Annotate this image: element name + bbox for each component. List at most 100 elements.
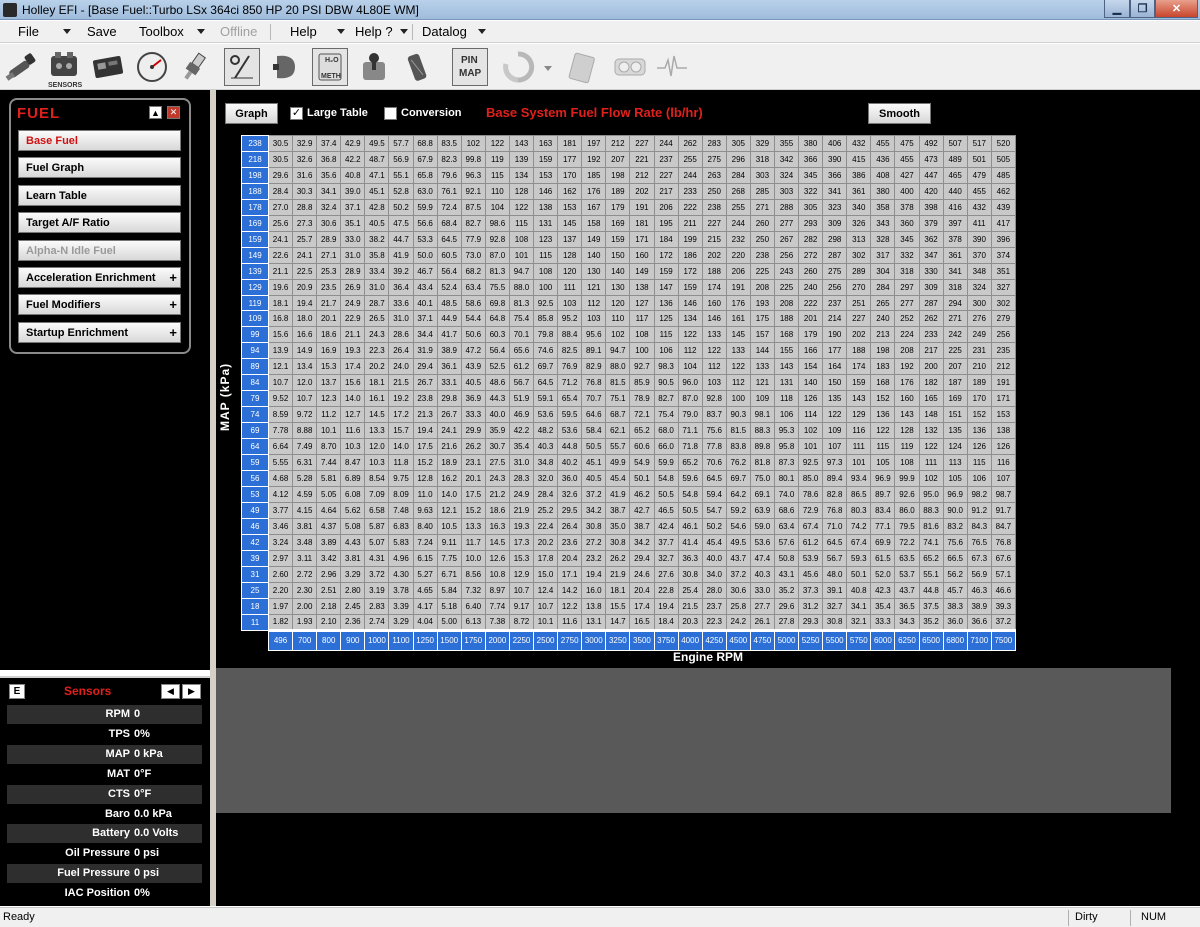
map-kpa-header[interactable]: 218 [241,150,269,168]
table-cell[interactable]: 92.1 [460,182,486,200]
table-cell[interactable]: 118 [773,390,800,408]
table-cell[interactable]: 26.4 [557,517,583,535]
menu-file[interactable]: File [18,24,39,39]
table-cell[interactable]: 63.0 [412,182,438,200]
table-cell[interactable]: 390 [966,230,992,248]
table-cell[interactable]: 302 [846,246,872,264]
table-cell[interactable]: 6.08 [340,485,366,503]
table-cell[interactable]: 370 [966,246,992,264]
table-cell[interactable]: 277 [773,214,800,232]
table-cell[interactable]: 40.0 [484,406,510,424]
table-cell[interactable]: 23.2 [581,549,607,567]
table-cell[interactable]: 120 [557,262,583,280]
table-cell[interactable]: 282 [798,230,824,248]
table-cell[interactable]: 124 [942,438,968,456]
table-cell[interactable]: 366 [822,166,848,184]
table-cell[interactable]: 25.4 [677,581,703,599]
table-cell[interactable]: 35.4 [870,597,896,615]
table-cell[interactable]: 16.2 [436,470,462,487]
table-cell[interactable]: 21.2 [484,485,510,503]
table-cell[interactable]: 22.8 [653,581,679,599]
table-cell[interactable]: 296 [725,150,751,168]
table-cell[interactable]: 4.37 [316,517,342,535]
table-cell[interactable]: 50.5 [677,501,703,519]
map-kpa-header[interactable]: 129 [241,278,269,296]
table-cell[interactable]: 8.97 [484,581,510,599]
table-cell[interactable]: 24.3 [484,470,510,487]
table-cell[interactable]: 36.4 [388,278,414,296]
table-cell[interactable]: 74.6 [533,342,559,360]
fuel-menu-item[interactable]: Fuel Graph [18,157,181,179]
table-cell[interactable]: 2.96 [316,565,342,583]
table-cell[interactable]: 397 [942,214,968,232]
table-cell[interactable]: 12.0 [364,438,390,456]
table-cell[interactable]: 18.4 [653,613,679,631]
table-cell[interactable]: 28.9 [316,230,342,248]
table-cell[interactable]: 2.97 [267,549,294,567]
map-kpa-header[interactable]: 178 [241,198,269,216]
table-cell[interactable]: 7.24 [412,533,438,551]
table-cell[interactable]: 33.4 [364,262,390,280]
table-cell[interactable]: 222 [677,198,703,216]
table-cell[interactable]: 125 [653,310,679,328]
table-cell[interactable]: 345 [798,166,824,184]
table-cell[interactable]: 318 [894,262,920,280]
table-cell[interactable]: 92.8 [701,390,727,408]
table-cell[interactable]: 360 [894,214,920,232]
table-cell[interactable]: 380 [798,135,824,152]
fuel-menu-item[interactable]: Target A/F Ratio [18,212,181,234]
table-cell[interactable]: 164 [822,358,848,376]
table-cell[interactable]: 42.8 [364,198,390,216]
table-cell[interactable]: 2.20 [267,581,294,599]
table-cell[interactable]: 165 [918,390,944,408]
table-cell[interactable]: 297 [894,278,920,296]
table-cell[interactable]: 30.5 [267,135,294,152]
table-cell[interactable]: 69.9 [870,533,896,551]
table-cell[interactable]: 82.5 [557,342,583,360]
table-cell[interactable]: 75.4 [653,406,679,424]
table-cell[interactable]: 72.1 [629,406,655,424]
map-kpa-header[interactable]: 59 [241,454,269,472]
table-cell[interactable]: 26.4 [388,342,414,360]
table-cell[interactable]: 181 [557,135,583,152]
table-cell[interactable]: 16.9 [316,342,342,360]
table-cell[interactable]: 42.9 [340,135,366,152]
table-cell[interactable]: 48.6 [484,374,510,392]
table-cell[interactable]: 75.6 [942,533,968,551]
map-kpa-header[interactable]: 198 [241,166,269,184]
table-cell[interactable]: 55.7 [605,438,631,456]
table-cell[interactable]: 45.1 [581,454,607,472]
table-cell[interactable]: 78.6 [798,485,824,503]
table-cell[interactable]: 168 [870,374,896,392]
table-cell[interactable]: 19.4 [653,597,679,615]
table-cell[interactable]: 341 [942,262,968,280]
table-cell[interactable]: 35.8 [364,246,390,264]
table-cell[interactable]: 140 [605,262,631,280]
table-cell[interactable]: 4.68 [267,470,294,487]
table-cell[interactable]: 3.11 [292,549,318,567]
rpm-header[interactable]: 1500 [436,628,462,651]
table-cell[interactable]: 115 [966,454,992,472]
table-cell[interactable]: 108 [894,454,920,472]
table-cell[interactable]: 16.8 [267,310,294,328]
table-cell[interactable]: 87.3 [773,454,800,472]
table-cell[interactable]: 7.49 [292,438,318,456]
table-cell[interactable]: 136 [870,406,896,424]
table-cell[interactable]: 122 [701,342,727,360]
map-kpa-header[interactable]: 94 [241,342,269,360]
table-cell[interactable]: 8.56 [460,565,486,583]
table-cell[interactable]: 15.2 [412,454,438,472]
table-cell[interactable]: 59.9 [653,454,679,472]
table-cell[interactable]: 169 [605,214,631,232]
table-cell[interactable]: 85.0 [798,470,824,487]
table-cell[interactable]: 162 [557,182,583,200]
table-cell[interactable]: 20.1 [460,470,486,487]
rpm-header[interactable]: 1750 [460,628,486,651]
table-cell[interactable]: 289 [846,262,872,280]
table-cell[interactable]: 100 [725,390,751,408]
table-cell[interactable]: 294 [942,294,968,312]
table-cell[interactable]: 145 [725,326,751,344]
table-cell[interactable]: 79.8 [533,326,559,344]
table-cell[interactable]: 26.5 [364,310,390,328]
table-cell[interactable]: 27.5 [484,454,510,472]
